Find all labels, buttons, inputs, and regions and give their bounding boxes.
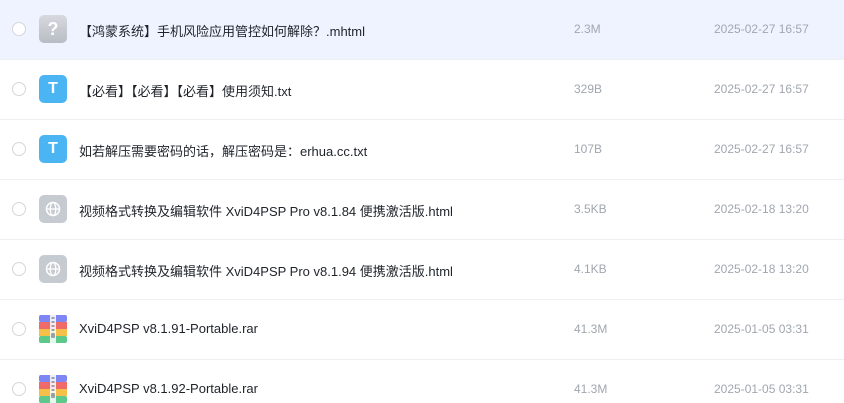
- file-name[interactable]: XviD4PSP v8.1.92-Portable.rar: [79, 381, 258, 396]
- row-checkbox[interactable]: [12, 322, 26, 336]
- row-checkbox[interactable]: [12, 22, 26, 36]
- file-date: 2025-01-05 03:31: [714, 322, 809, 336]
- file-row[interactable]: XviD4PSP v8.1.91-Portable.rar 41.3M 2025…: [0, 300, 844, 360]
- file-name[interactable]: 视频格式转换及编辑软件 XviD4PSP Pro v8.1.84 便携激活版.h…: [79, 201, 453, 220]
- file-size: 41.3M: [574, 382, 608, 396]
- row-checkbox[interactable]: [12, 142, 26, 156]
- unknown-file-icon: ?: [39, 15, 67, 43]
- txt-file-icon: T: [39, 75, 67, 103]
- rar-archive-icon: [39, 315, 67, 343]
- file-row[interactable]: T 【必看】【必看】【必看】使用须知.txt 329B 2025-02-27 1…: [0, 60, 844, 120]
- row-checkbox[interactable]: [12, 82, 26, 96]
- file-size: 3.5KB: [574, 202, 607, 216]
- file-date: 2025-01-05 03:31: [714, 382, 809, 396]
- file-row[interactable]: 视频格式转换及编辑软件 XviD4PSP Pro v8.1.94 便携激活版.h…: [0, 240, 844, 300]
- file-size: 329B: [574, 82, 603, 96]
- file-date: 2025-02-18 13:20: [714, 202, 809, 216]
- file-date: 2025-02-27 16:57: [714, 22, 809, 36]
- file-size: 4.1KB: [574, 262, 607, 276]
- file-date: 2025-02-18 13:20: [714, 262, 809, 276]
- file-row[interactable]: 视频格式转换及编辑软件 XviD4PSP Pro v8.1.84 便携激活版.h…: [0, 180, 844, 240]
- row-checkbox[interactable]: [12, 382, 26, 396]
- file-name[interactable]: XviD4PSP v8.1.91-Portable.rar: [79, 321, 258, 336]
- file-size: 41.3M: [574, 322, 608, 336]
- html-file-icon: [39, 255, 67, 283]
- row-checkbox[interactable]: [12, 202, 26, 216]
- file-name[interactable]: 【必看】【必看】【必看】使用须知.txt: [79, 81, 291, 100]
- file-name[interactable]: 如若解压需要密码的话，解压密码是：erhua.cc.txt: [79, 141, 367, 160]
- file-row[interactable]: T 如若解压需要密码的话，解压密码是：erhua.cc.txt 107B 202…: [0, 120, 844, 180]
- html-file-icon: [39, 195, 67, 223]
- file-name[interactable]: 视频格式转换及编辑软件 XviD4PSP Pro v8.1.94 便携激活版.h…: [79, 261, 453, 280]
- row-checkbox[interactable]: [12, 262, 26, 276]
- file-size: 107B: [574, 142, 603, 156]
- file-row[interactable]: ? 【鸿蒙系统】手机风险应用管控如何解除？.mhtml 2.3M 2025-02…: [0, 0, 844, 60]
- file-row[interactable]: XviD4PSP v8.1.92-Portable.rar 41.3M 2025…: [0, 360, 844, 403]
- file-list: ? 【鸿蒙系统】手机风险应用管控如何解除？.mhtml 2.3M 2025-02…: [0, 0, 844, 403]
- txt-file-icon: T: [39, 135, 67, 163]
- file-date: 2025-02-27 16:57: [714, 142, 809, 156]
- file-date: 2025-02-27 16:57: [714, 82, 809, 96]
- file-name[interactable]: 【鸿蒙系统】手机风险应用管控如何解除？.mhtml: [79, 21, 365, 40]
- file-size: 2.3M: [574, 22, 601, 36]
- rar-archive-icon: [39, 375, 67, 403]
